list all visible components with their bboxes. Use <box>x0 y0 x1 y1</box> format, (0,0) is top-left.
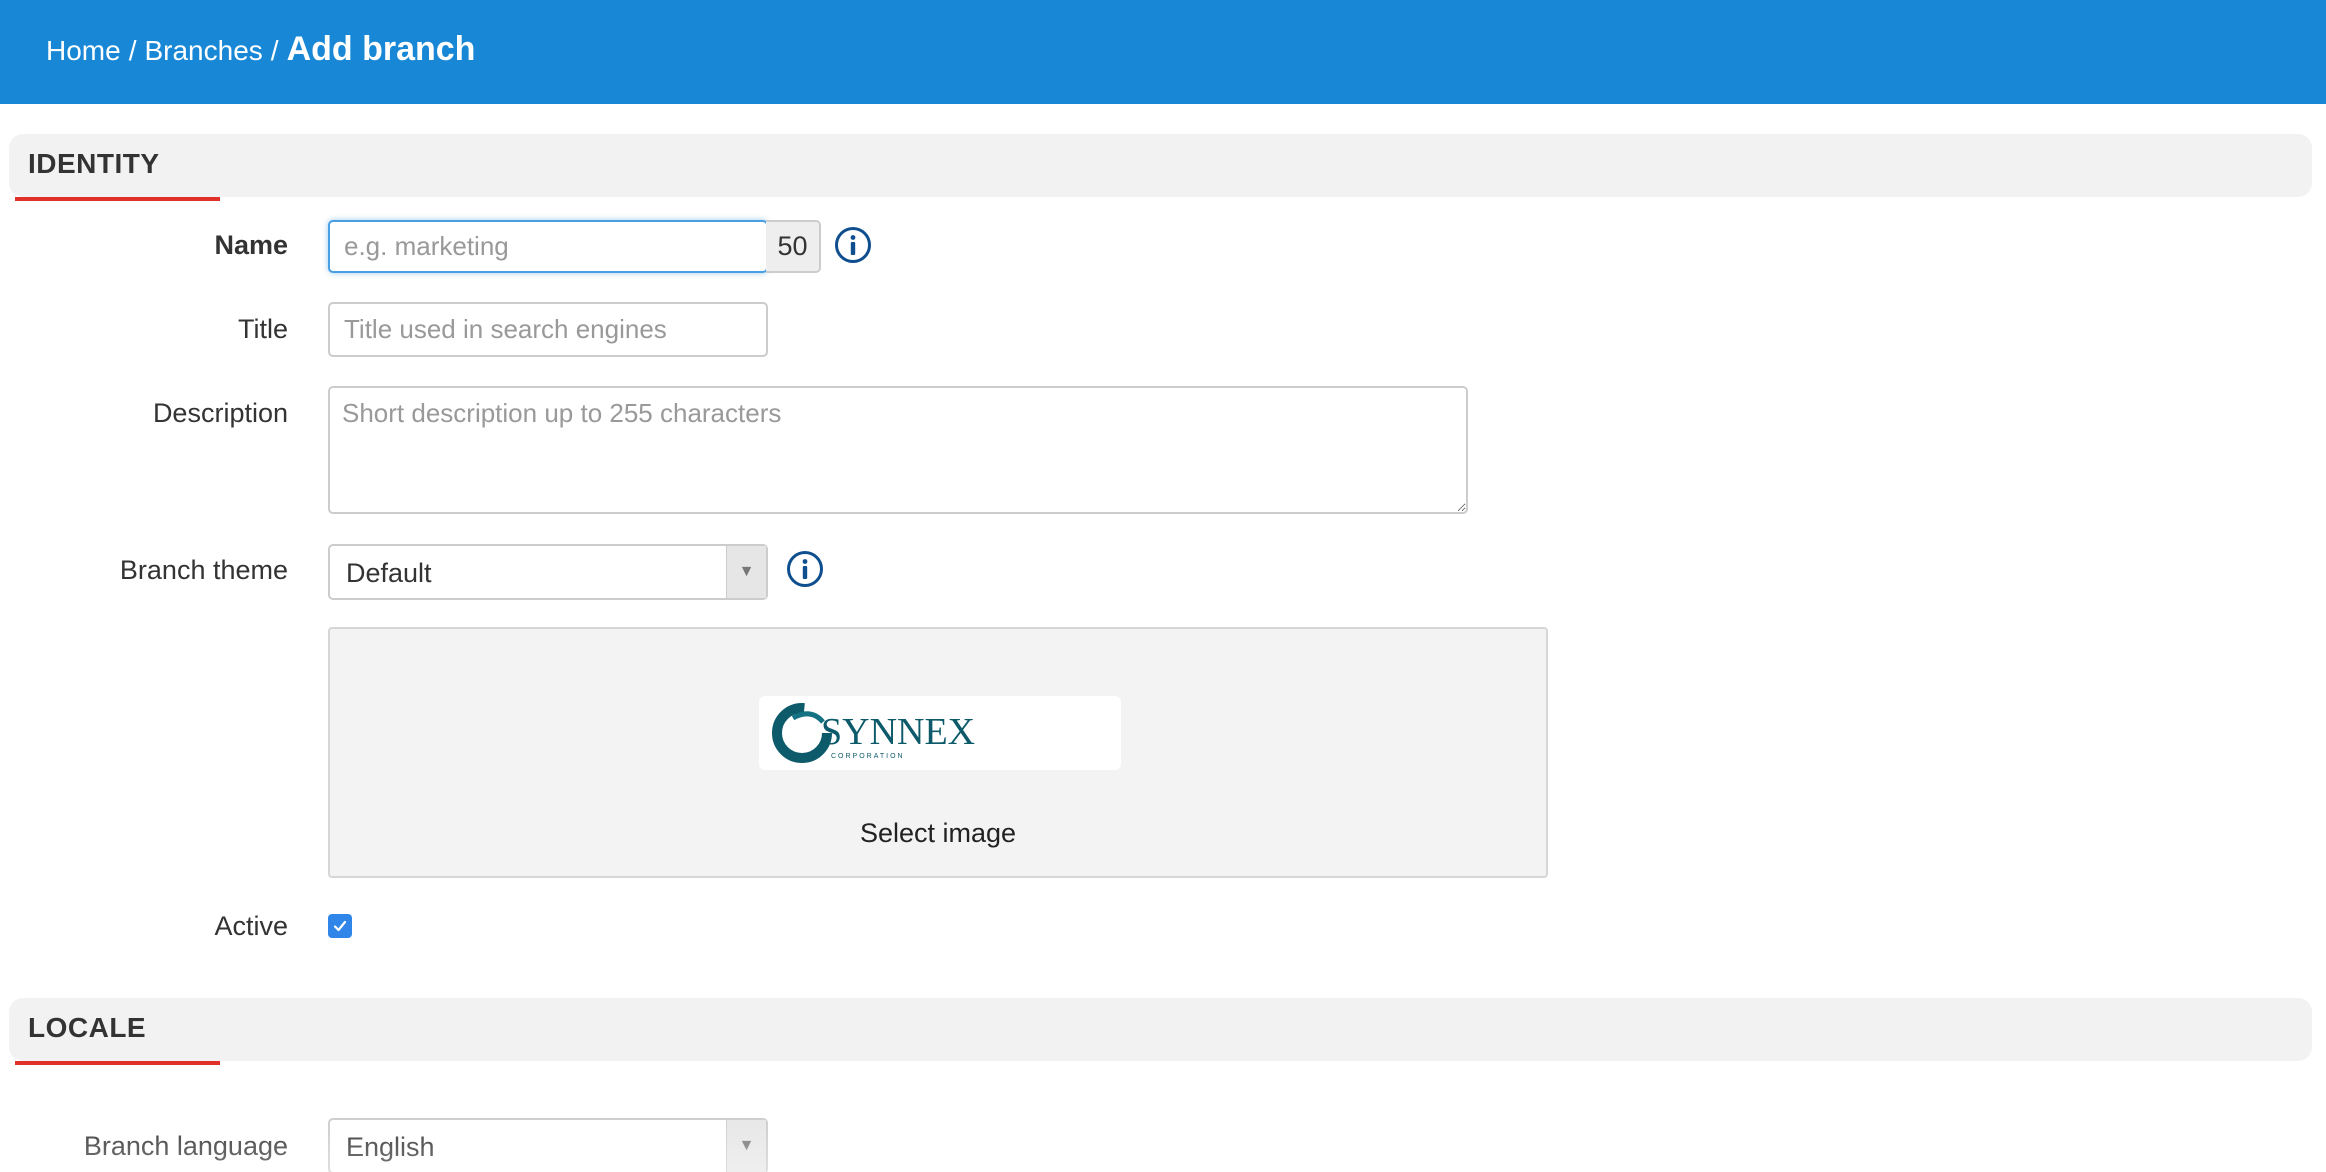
select-image-button[interactable]: Select image <box>330 818 1546 849</box>
dropdown-arrow-icon[interactable]: ▼ <box>726 546 766 598</box>
active-checkbox[interactable] <box>328 914 352 938</box>
synnex-logo-icon: SYNNEX CORPORATION <box>772 703 975 763</box>
page-title: Add branch <box>286 30 476 68</box>
breadcrumb: Home / Branches / Add branch <box>46 30 475 69</box>
locale-section-title: LOCALE <box>28 1012 147 1043</box>
branch-image-picker[interactable]: SYNNEX CORPORATION Select image <box>328 627 1548 878</box>
description-textarea[interactable] <box>328 386 1468 514</box>
checkmark-icon <box>333 920 347 932</box>
locale-section-header: LOCALE <box>9 998 2312 1065</box>
breadcrumb-separator: / <box>270 35 279 66</box>
branch-theme-label: Branch theme <box>119 555 288 585</box>
branch-theme-selected-value: Default <box>346 558 432 588</box>
identity-section-title: IDENTITY <box>28 148 160 179</box>
breadcrumb-branches-link[interactable]: Branches <box>144 35 262 66</box>
description-label: Description <box>152 398 288 428</box>
name-label: Name <box>214 230 288 260</box>
title-input[interactable] <box>328 302 768 357</box>
name-info-icon[interactable] <box>834 226 872 264</box>
dropdown-arrow-icon[interactable]: ▼ <box>726 1120 766 1172</box>
title-label: Title <box>237 314 288 344</box>
branch-theme-info-icon[interactable] <box>786 550 824 588</box>
branch-language-label: Branch language <box>83 1131 288 1161</box>
top-header-bar: Home / Branches / Add branch <box>0 0 2326 104</box>
section-accent-underline <box>15 197 220 201</box>
branch-theme-select[interactable]: Default ▼ <box>328 544 768 600</box>
branch-language-selected-value: English <box>346 1132 435 1162</box>
name-char-counter: 50 <box>766 220 821 273</box>
logo-wordmark: SYNNEX <box>821 711 975 753</box>
branch-language-select[interactable]: English ▼ <box>328 1118 768 1172</box>
identity-section-header: IDENTITY <box>9 134 2312 201</box>
breadcrumb-separator: / <box>128 35 137 66</box>
breadcrumb-home-link[interactable]: Home <box>46 35 121 66</box>
name-input[interactable] <box>328 220 768 273</box>
branch-logo-preview: SYNNEX CORPORATION <box>759 696 1121 770</box>
logo-subtext: CORPORATION <box>831 753 905 760</box>
section-accent-underline <box>15 1061 220 1065</box>
active-label: Active <box>214 911 288 941</box>
